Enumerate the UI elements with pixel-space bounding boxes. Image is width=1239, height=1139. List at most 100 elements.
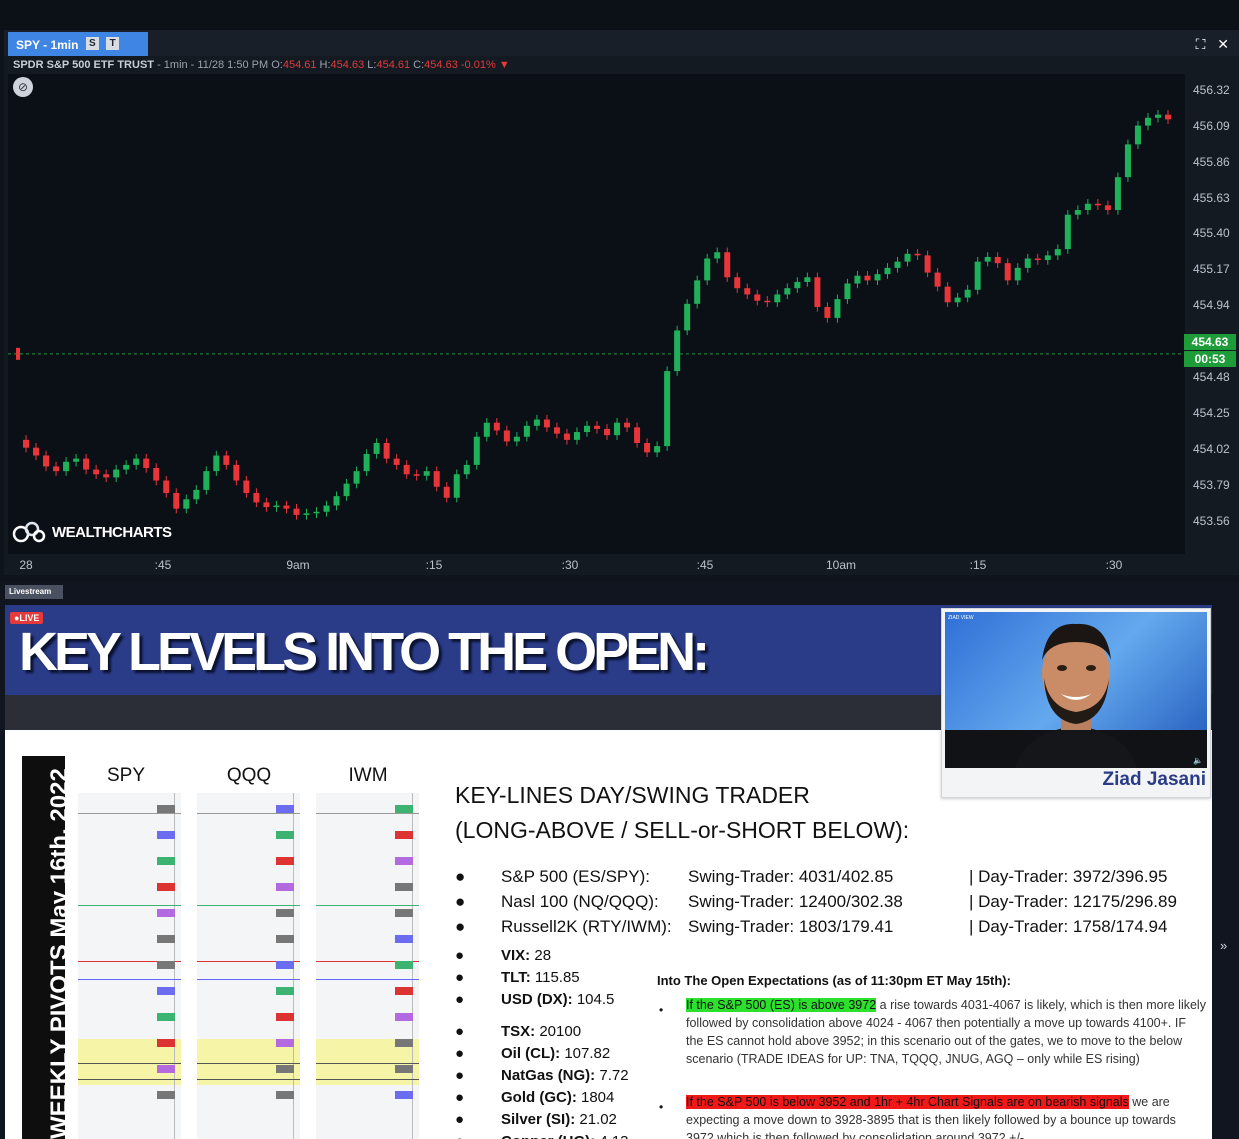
candle — [43, 450, 50, 472]
price-axis[interactable]: 456.32 456.09 455.86 455.63 455.40 455.17 454.… — [1185, 74, 1239, 554]
candle-body — [664, 371, 671, 447]
candle-body — [43, 455, 50, 467]
candle-body — [153, 468, 160, 481]
candle-body — [794, 281, 801, 289]
level-swing: Swing-Trader: 4031/402.85 — [688, 867, 894, 886]
time-axis[interactable]: 28:45 9am:15:30:45 10am:15:30 — [8, 554, 1185, 575]
candle-body — [533, 419, 540, 426]
livestream-label[interactable]: Livestream — [5, 585, 63, 599]
candle — [243, 475, 250, 498]
price-tick: 453.56 — [1193, 514, 1230, 529]
market-label: VIX: — [501, 947, 531, 964]
pivot-tag — [395, 961, 413, 969]
volume-icon[interactable]: 🔈 — [1193, 756, 1203, 765]
candle — [143, 453, 150, 473]
candle-body — [453, 474, 460, 498]
candle — [173, 488, 180, 514]
candle-body — [944, 286, 951, 303]
candle-body — [824, 306, 831, 318]
candle — [443, 482, 450, 503]
candle — [313, 507, 320, 519]
chart-tab-spy[interactable]: SPY - 1min S T — [8, 32, 148, 56]
chevron-right-icon[interactable]: » — [1220, 938, 1227, 953]
market-label: NatGas (NG): — [501, 1067, 596, 1084]
pivot-chart-qqq — [197, 793, 300, 1139]
webcam-overlay: ZIAD VIEW 🔈 Ziad Jasani — [941, 608, 1211, 798]
candle-body — [634, 427, 641, 443]
candle — [824, 302, 831, 323]
candle — [784, 283, 791, 300]
livestream-video[interactable]: ●LIVE KEY LEVELS INTO THE OPEN: WEEKLY P… — [5, 605, 1212, 1139]
market-item: NatGas (NG): 7.72 — [501, 1067, 629, 1084]
pivot-line — [316, 813, 419, 814]
candle — [423, 466, 430, 481]
candle — [23, 435, 29, 453]
ohlc-legend: SPDR S&P 500 ETF TRUST - 1min - 11/28 1:… — [13, 59, 510, 71]
market-item: Copper (HG): 4.13 — [501, 1133, 629, 1139]
price-plot[interactable]: ⊘ — [8, 74, 1185, 554]
candle — [934, 267, 941, 292]
candle — [614, 417, 621, 440]
candle-body — [954, 297, 961, 303]
candle — [954, 292, 961, 307]
candle — [573, 427, 580, 445]
candle-body — [734, 277, 741, 289]
candle-body — [1154, 114, 1161, 118]
candle-body — [614, 422, 621, 436]
candle-body — [714, 252, 721, 259]
candle — [964, 285, 971, 303]
tab-badge-s[interactable]: S — [85, 37, 99, 50]
candle — [533, 414, 540, 431]
candle-body — [133, 458, 140, 465]
candle-body — [193, 489, 200, 500]
candle-body — [323, 505, 330, 512]
candle — [403, 460, 410, 479]
candle — [774, 289, 781, 307]
candle — [1104, 200, 1111, 215]
candle — [16, 347, 20, 360]
candle-body — [353, 471, 360, 484]
pivot-tag — [395, 831, 413, 839]
market-item: Silver (SI): 21.02 — [501, 1111, 617, 1128]
candle — [684, 299, 691, 336]
close-icon[interactable]: ✕ — [1217, 36, 1229, 52]
candle — [263, 497, 270, 512]
candle-body — [814, 277, 821, 307]
pivot-tag — [157, 1065, 175, 1073]
maximize-icon[interactable]: ⛶ — [1196, 36, 1206, 52]
pivot-line — [78, 905, 181, 906]
candle — [594, 421, 600, 434]
bullet-icon: ● — [455, 867, 466, 886]
bullet-icon: ● — [455, 947, 465, 964]
candle-body — [123, 464, 130, 470]
settings-icon[interactable]: ⊘ — [13, 77, 33, 97]
pivot-line — [316, 1063, 419, 1064]
market-item: USD (DX): 104.5 — [501, 991, 614, 1008]
pivot-line — [197, 905, 300, 906]
candle-body — [313, 511, 320, 514]
candle-body — [103, 474, 110, 478]
candle — [834, 294, 841, 323]
open-label: O: — [271, 59, 283, 71]
market-item: TSX: 20100 — [501, 1023, 581, 1040]
high-value: 454.63 — [330, 59, 365, 71]
candle-body — [223, 455, 230, 465]
level-swing: Swing-Trader: 1803/179.41 — [688, 917, 894, 936]
candle — [814, 272, 821, 312]
pivot-line — [197, 1063, 300, 1064]
tab-badge-t[interactable]: T — [106, 37, 120, 50]
market-item: Oil (CL): 107.82 — [501, 1045, 610, 1062]
candle-body — [874, 274, 881, 281]
pivot-line — [197, 979, 300, 980]
candle — [383, 438, 390, 464]
wealthcharts-logo: WEALTHCHARTS — [12, 518, 172, 546]
key-lines-title-line1: KEY-LINES DAY/SWING TRADER — [455, 782, 810, 808]
candlestick-series — [8, 109, 1185, 520]
presenter-name: Ziad Jasani — [1102, 769, 1207, 790]
candle-body — [463, 464, 470, 475]
candle — [844, 278, 851, 304]
candle-body — [63, 461, 70, 472]
candle — [1134, 120, 1141, 150]
candle — [984, 252, 991, 267]
chart-window: SPY - 1min S T ⛶ ✕ SPDR S&P 500 ETF TRUS… — [4, 30, 1239, 575]
